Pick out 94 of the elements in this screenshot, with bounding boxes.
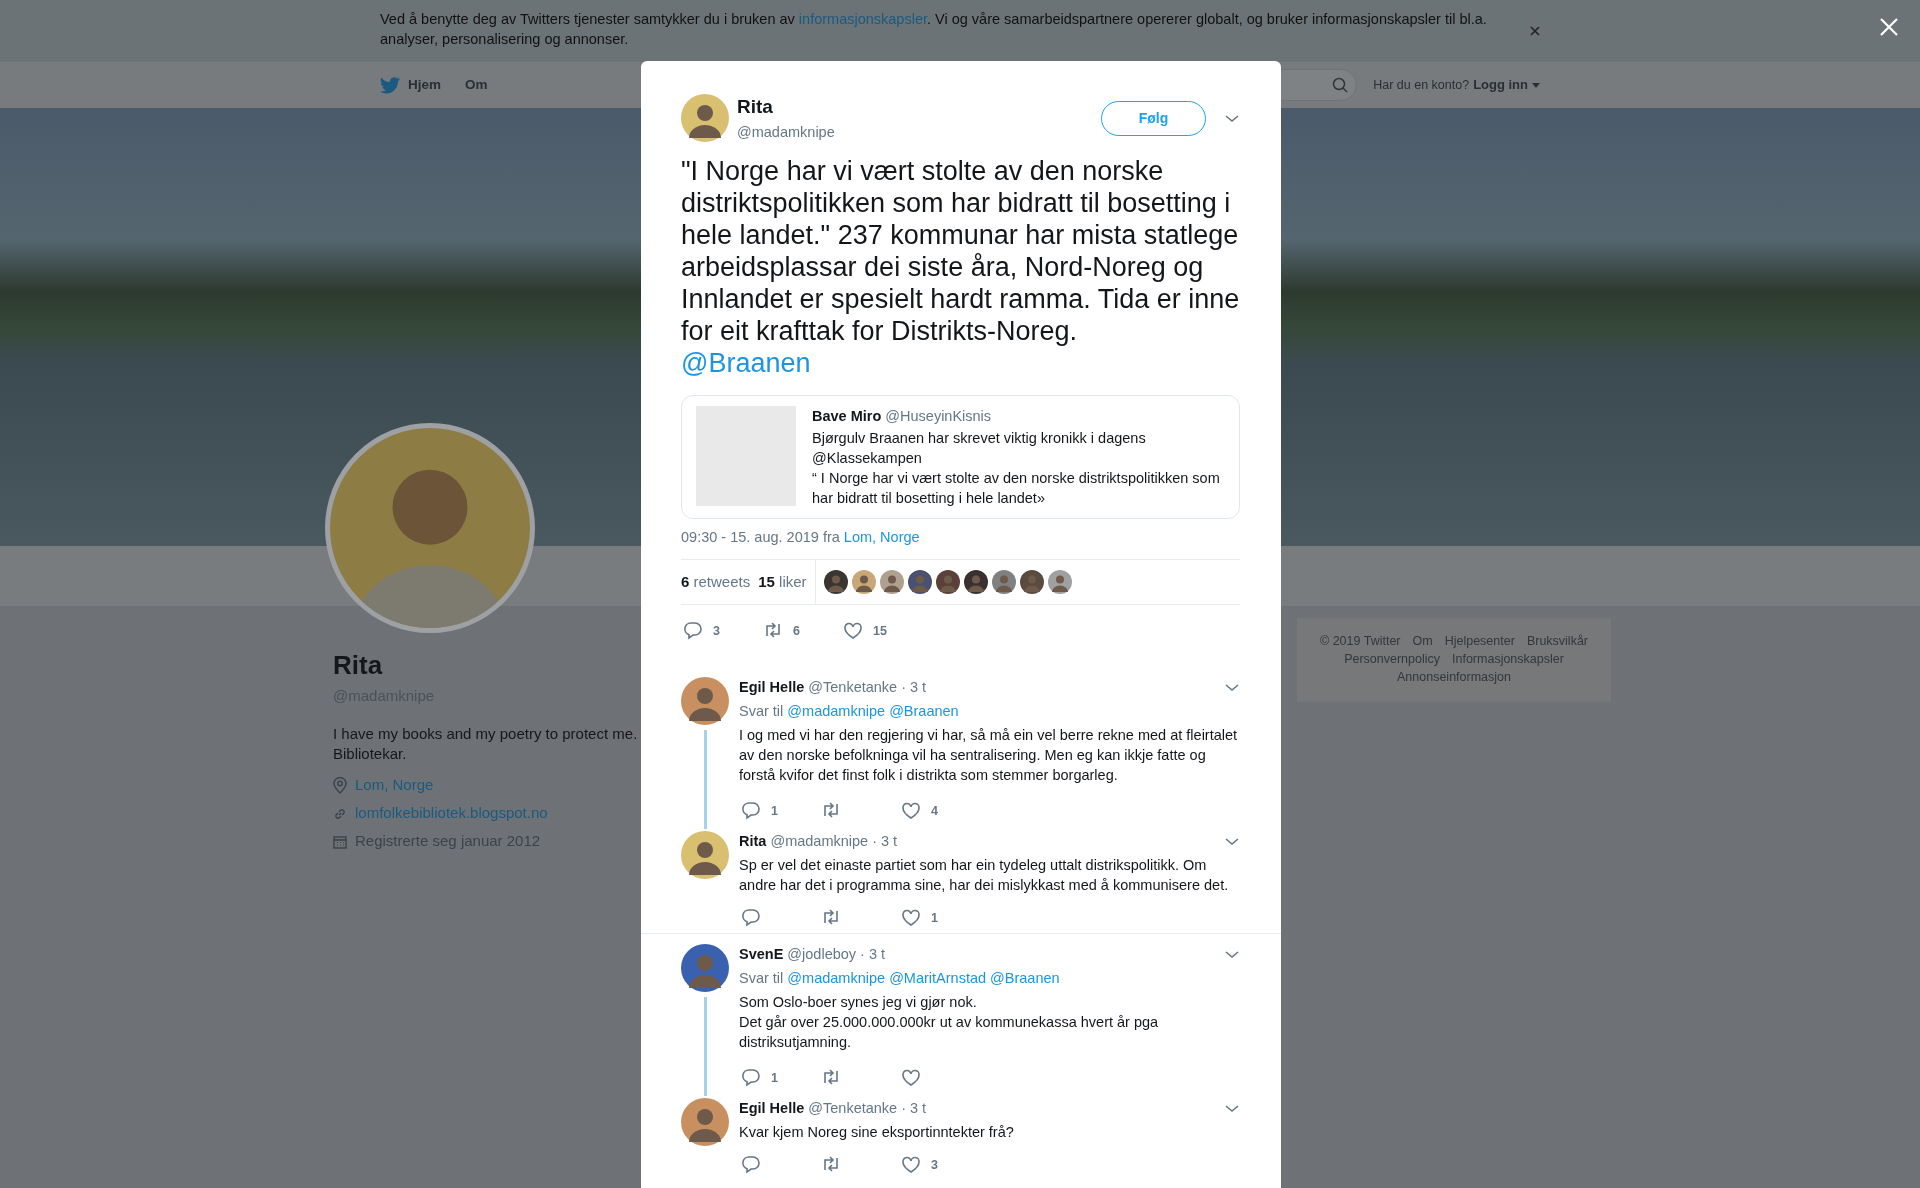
like-icon[interactable]	[901, 1068, 921, 1088]
footer-link[interactable]: Personvernpolicy	[1344, 650, 1440, 668]
reply-icon[interactable]	[741, 908, 761, 928]
reply-author-name: Rita	[739, 832, 767, 851]
reply-icon[interactable]	[683, 621, 703, 641]
login-prompt: Har du en konto?	[1373, 76, 1470, 94]
caret-icon	[1532, 82, 1540, 88]
mention-link[interactable]: @Braanen	[990, 970, 1060, 986]
like-icon[interactable]	[901, 1155, 921, 1175]
chevron-icon[interactable]	[1224, 681, 1240, 693]
reply-author-name: SvenE	[739, 945, 784, 964]
nav-link[interactable]: Hjem	[380, 74, 441, 96]
reply-text: Kvar kjem Noreg sine eksportinntekter frå?	[739, 1123, 1015, 1142]
nav-link[interactable]: Om	[465, 74, 488, 96]
search-icon	[1332, 77, 1349, 93]
footer-link[interactable]: Om	[1412, 632, 1433, 650]
location-pin-icon	[333, 777, 347, 794]
liker-avatar[interactable]	[907, 570, 932, 594]
quoted-author-handle: @HuseyinKisnis	[885, 407, 992, 427]
reply-author-name: Egil Helle	[739, 678, 805, 697]
bird-icon	[380, 76, 400, 94]
liker-avatar[interactable]	[935, 570, 960, 594]
liker-avatar[interactable]	[823, 570, 848, 594]
avatar[interactable]	[681, 831, 729, 879]
place-link[interactable]: Lom, Norge	[843, 529, 920, 546]
reply-icon[interactable]	[741, 1155, 761, 1175]
reply-time: · 3 t	[860, 945, 887, 964]
reply-to-line: Svar til @madamknipe @Braanen	[739, 702, 960, 721]
mention-link[interactable]: @madamknipe	[787, 703, 886, 719]
reply-author-handle: @Tenketanke	[808, 1099, 898, 1118]
chevron-icon[interactable]	[1224, 1102, 1240, 1114]
quoted-tweet[interactable]: Bave Miro @HuseyinKisnis Bjørgulv Braanen har skrevet viktig kronikk i dagens @Klassekampen “ I Norge har vi vært stolte av den norske distriktspolitikken som har bidratt til bosetting i hele landet»	[681, 395, 1240, 520]
reply-icon[interactable]	[741, 1068, 761, 1088]
retweets-stat[interactable]: 6 retweets	[681, 570, 751, 594]
login-link[interactable]: Logg inn	[1473, 75, 1540, 95]
reply-count: 3	[713, 622, 720, 640]
liker-avatar[interactable]	[1019, 570, 1044, 594]
reply-time: · 3 t	[872, 832, 899, 851]
liker-avatar[interactable]	[851, 570, 876, 594]
avatar[interactable]	[681, 944, 729, 992]
reply-time: · 3 t	[901, 1099, 928, 1118]
mention-link[interactable]: @Braanen	[681, 347, 811, 380]
liker-avatar[interactable]	[991, 570, 1016, 594]
reply-time: · 3 t	[901, 678, 928, 697]
reply-text: Sp er vel det einaste partiet som har ein tydeleg uttalt distrikspolitikk. Om andre har det i programma sine, har dei mislykkast med å kommunisere det.	[739, 856, 1230, 895]
avatar[interactable]	[681, 1098, 729, 1146]
mention-link[interactable]: @Braanen	[889, 703, 959, 719]
quoted-text: Bjørgulv Braanen har skrevet viktig kronikk i dagens @Klassekampen “ I Norge har vi vært stolte av den norske distriktspolitikken som har bidratt til bosetting i hele landet»	[812, 429, 1221, 509]
chevron-icon[interactable]	[1224, 112, 1240, 125]
close-icon[interactable]	[1530, 26, 1540, 36]
author-name: Rita	[737, 95, 774, 119]
quoted-author-name: Bave Miro	[812, 407, 882, 427]
liker-avatar[interactable]	[879, 570, 904, 594]
reply-author-name: Egil Helle	[739, 1099, 805, 1118]
reply-text: I og med vi har den regjering vi har, så må ein vel berre rekne med at fleirtalet av den norske befolkninga vil ha sentralisering. Men eg kan ikkje fatte og forstå kvifor det finst folk i distrikta som stemmer borgarleg.	[739, 726, 1239, 785]
tweet-timestamp: 09:30 - 15. aug. 2019 fra Lom, Norge	[681, 528, 921, 548]
tweet-text: "I Norge har vi vært stolte av den norske distriktspolitikken som har bidratt til bosetting i hele landet." 237 kommunar har mista statlege arbeidsplassar dei siste åra, Nord-Noreg og Innlandet er spesielt hardt ramma. Tida er inne for eit krafttak for Distrikts-Noreg.	[681, 155, 1240, 348]
like-count: 15	[873, 622, 887, 640]
avatar[interactable]	[681, 677, 729, 725]
avatar[interactable]	[681, 94, 729, 143]
footer-link[interactable]: Informasjonskapsler	[1452, 650, 1564, 668]
reply-text: Som Oslo-boer synes jeg vi gjør nok. Det går over 25.000.000.000kr ut av kommunekassa hvert år pga distriksutjamning.	[739, 993, 1160, 1052]
calendar-icon	[333, 834, 347, 849]
link-icon	[333, 806, 347, 821]
like-count: 1	[931, 910, 938, 927]
follow-button[interactable]: Følg	[1101, 100, 1206, 136]
liker-avatar[interactable]	[1047, 570, 1072, 594]
author-handle: @madamknipe	[737, 122, 836, 142]
like-count: 4	[931, 803, 938, 820]
mention-link[interactable]: @MaritArnstad	[889, 970, 987, 986]
like-icon[interactable]	[843, 621, 863, 641]
like-icon[interactable]	[901, 908, 921, 928]
footer-link[interactable]: Hjelpesenter	[1444, 632, 1515, 650]
profile-name: Rita	[333, 649, 384, 682]
profile-bio: I have my books and my poetry to protect me. Bibliotekar.	[333, 723, 639, 764]
footer-link[interactable]: © 2019 Twitter	[1320, 632, 1401, 650]
likes-stat[interactable]: 15 liker	[758, 570, 807, 594]
footer-link[interactable]: Annonseinformasjon	[1397, 668, 1511, 686]
like-count: 3	[931, 1157, 938, 1174]
reply-count: 1	[771, 1070, 778, 1087]
like-icon[interactable]	[901, 801, 921, 821]
reply-count: 1	[771, 803, 778, 820]
cookie-notice: Ved å benytte deg av Twitters tjenester samtykker du i bruken av informasjonskapsler. Vi og våre samarbeidspartnere opererer globalt, og bruker informasjonskapsler til bl.a. analyser, personalisering og annonser.	[380, 10, 1488, 49]
retweet-count: 6	[793, 622, 800, 640]
reply-author-handle: @Tenketanke	[808, 678, 898, 697]
reply-author-handle: @madamknipe	[770, 832, 869, 851]
reply-icon[interactable]	[741, 801, 761, 821]
liker-avatar[interactable]	[963, 570, 988, 594]
footer-link[interactable]: Bruksvilkår	[1526, 632, 1588, 650]
reply-to-line: Svar til @madamknipe @MaritArnstad @Braanen	[739, 969, 1061, 988]
chevron-icon[interactable]	[1224, 835, 1240, 847]
mention-link[interactable]: @madamknipe	[787, 970, 886, 986]
reply-author-handle: @jodleboy	[787, 945, 857, 964]
chevron-icon[interactable]	[1224, 948, 1240, 960]
